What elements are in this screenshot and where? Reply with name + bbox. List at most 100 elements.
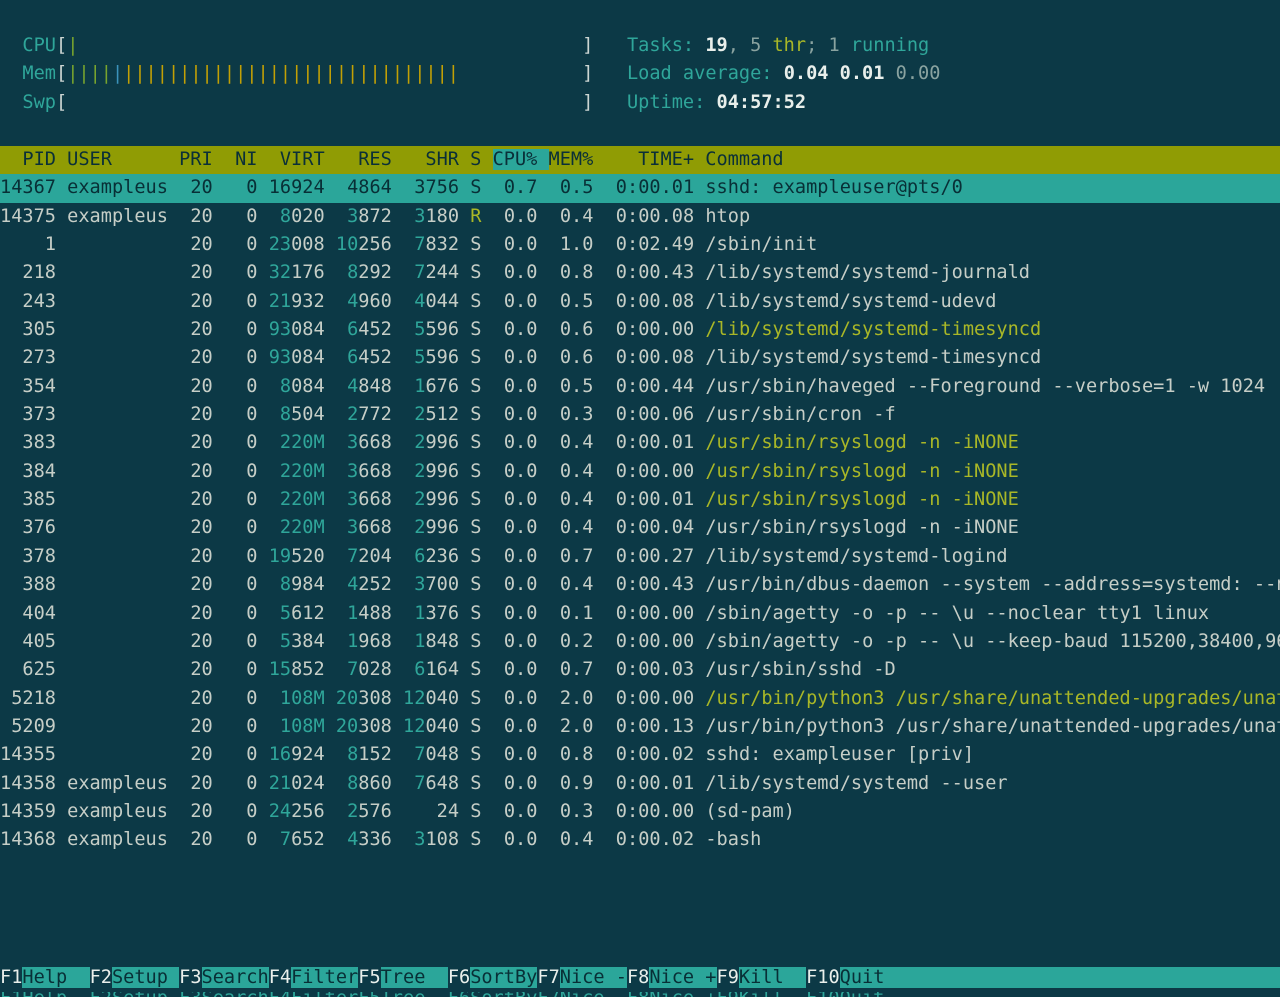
state-cell: S (470, 319, 481, 340)
virt-cell: 008 (291, 234, 325, 255)
pri-cell: 20 (179, 517, 213, 538)
process-row[interactable]: 354 20 0 8084 4848 1676 S 0.0 0.5 0:00.4… (0, 373, 1280, 401)
command-cell: sshd: exampleuser@pts/0 (705, 177, 962, 198)
cpu-meter-row: CPU[| ] Tasks: 19, 5 thr; 1 running (0, 32, 1280, 60)
process-row[interactable]: 14358 exampleus 20 0 21024 8860 7648 S 0… (0, 770, 1280, 798)
pid-cell: 5218 (0, 688, 67, 709)
shr-cell: 2 (392, 404, 426, 425)
ni-cell: 0 (213, 773, 258, 794)
process-row[interactable]: 273 20 0 93084 6452 5596 S 0.0 0.6 0:00.… (0, 344, 1280, 372)
res-cell: 4 (325, 829, 359, 850)
cpu-mem-time-cells: 0.0 0.5 0:00.44 (481, 376, 705, 397)
state-cell: S (470, 574, 481, 595)
pid-cell: 388 (0, 574, 67, 595)
virt-cell: 7 (258, 829, 292, 850)
virt-cell: 984 (291, 574, 325, 595)
pri-cell: 20 (179, 234, 213, 255)
f1-action-label: Help (22, 967, 89, 988)
process-row[interactable]: 243 20 0 21932 4960 4044 S 0.0 0.5 0:00.… (0, 288, 1280, 316)
process-row[interactable]: 373 20 0 8504 2772 2512 S 0.0 0.3 0:00.0… (0, 401, 1280, 429)
process-row[interactable]: 404 20 0 5612 1488 1376 S 0.0 0.1 0:00.0… (0, 600, 1280, 628)
shr-cell: 596 (425, 319, 459, 340)
state-cell: S (470, 489, 481, 510)
command-cell: /usr/sbin/rsyslogd -n -iNONE (705, 517, 1018, 538)
user-cell: exampleus (67, 829, 179, 850)
res-cell: 4 (325, 574, 359, 595)
process-row[interactable]: 1 20 0 23008 10256 7832 S 0.0 1.0 0:02.4… (0, 231, 1280, 259)
res-cell: 292 (358, 262, 392, 283)
cpu-mem-time-cells: 0.0 1.0 0:02.49 (481, 234, 705, 255)
state-cell: S (470, 603, 481, 624)
meter-close-bracket: ] (582, 92, 593, 113)
pri-cell: 20 (179, 177, 213, 198)
pid-cell: 384 (0, 461, 67, 482)
f9-action-label: Kill (739, 967, 806, 988)
virt-cell: 16 (258, 177, 292, 198)
gap (459, 574, 470, 595)
f8-action-label: Nice + (649, 967, 716, 988)
process-row[interactable]: 405 20 0 5384 1968 1848 S 0.0 0.2 0:00.0… (0, 628, 1280, 656)
fkey-item-f4[interactable]: F4Filter (269, 967, 359, 988)
shr-cell: 676 (425, 376, 459, 397)
virt-cell: 504 (291, 404, 325, 425)
tasks-summary: Tasks: 19, 5 thr; 1 running (627, 35, 929, 56)
res-cell: 452 (358, 347, 392, 368)
ni-cell: 0 (213, 376, 258, 397)
fkey-item-f6[interactable]: F6SortBy (448, 967, 538, 988)
process-row[interactable]: 14359 exampleus 20 0 24256 2576 24 S 0.0… (0, 798, 1280, 826)
fkey-item-f5[interactable]: F5Tree (358, 967, 448, 988)
process-row[interactable]: 14375 exampleus 20 0 8020 3872 3180 R 0.… (0, 203, 1280, 231)
process-row[interactable]: 14367 exampleus 20 0 16924 4864 3756 S 0… (0, 174, 1280, 202)
virt-cell: 932 (291, 291, 325, 312)
shr-cell: 996 (425, 461, 459, 482)
process-row[interactable]: 14368 exampleus 20 0 7652 4336 3108 S 0.… (0, 826, 1280, 854)
process-row[interactable]: 625 20 0 15852 7028 6164 S 0.0 0.7 0:00.… (0, 656, 1280, 684)
fkey-item-f3[interactable]: F3Search (179, 967, 269, 988)
virt-cell: 612 (291, 603, 325, 624)
res-cell: 152 (358, 744, 392, 765)
process-row[interactable]: 378 20 0 19520 7204 6236 S 0.0 0.7 0:00.… (0, 543, 1280, 571)
cpu-mem-time-cells: 0.0 0.3 0:00.06 (481, 404, 705, 425)
command-cell: /usr/sbin/rsyslogd -n -iNONE (705, 461, 1018, 482)
sort-column-cpu[interactable]: CPU% (493, 149, 549, 170)
ni-cell: 0 (213, 291, 258, 312)
process-table: 14367 exampleus 20 0 16924 4864 3756 S 0… (0, 174, 1280, 854)
cpu-mem-time-cells: 0.0 0.4 0:00.01 (481, 489, 705, 510)
command-cell: htop (705, 206, 750, 227)
command-cell: /sbin/agetty -o -p -- \u --noclear tty1 … (705, 603, 1209, 624)
process-row[interactable]: 385 20 0 220M 3668 2996 S 0.0 0.4 0:00.0… (0, 486, 1280, 514)
ni-cell: 0 (213, 688, 258, 709)
fkey-item-f1[interactable]: F1Help (0, 967, 90, 988)
fkey-item-f7[interactable]: F7Nice - (537, 967, 627, 988)
pid-cell: 14359 (0, 801, 67, 822)
process-row[interactable]: 384 20 0 220M 3668 2996 S 0.0 0.4 0:00.0… (0, 458, 1280, 486)
virt-cell: 256 (291, 801, 325, 822)
process-row[interactable]: 388 20 0 8984 4252 3700 S 0.0 0.4 0:00.4… (0, 571, 1280, 599)
process-row[interactable]: 218 20 0 32176 8292 7244 S 0.0 0.8 0:00.… (0, 259, 1280, 287)
tasks-summary-segment: 1 (828, 35, 839, 56)
pid-cell: 5209 (0, 716, 67, 737)
virt-cell: 5 (258, 603, 292, 624)
fkey-item-f2[interactable]: F2Setup (90, 967, 180, 988)
f1-key-label: F1 (0, 967, 22, 988)
process-row[interactable]: 305 20 0 93084 6452 5596 S 0.0 0.6 0:00.… (0, 316, 1280, 344)
process-row[interactable]: 5218 20 0 108M 20308 12040 S 0.0 2.0 0:0… (0, 685, 1280, 713)
process-table-header[interactable]: PID USER PRI NI VIRT RES SHR S CPU% MEM%… (0, 146, 1280, 174)
process-row[interactable]: 14355 20 0 16924 8152 7048 S 0.0 0.8 0:0… (0, 741, 1280, 769)
state-cell: S (470, 347, 481, 368)
fkey-item-f8[interactable]: F8Nice + (627, 967, 717, 988)
state-cell: S (470, 773, 481, 794)
uptime-segment: Uptime: (627, 92, 717, 113)
res-cell: 668 (358, 517, 392, 538)
process-row[interactable]: 383 20 0 220M 3668 2996 S 0.0 0.4 0:00.0… (0, 429, 1280, 457)
process-row[interactable]: 5209 20 0 108M 20308 12040 S 0.0 2.0 0:0… (0, 713, 1280, 741)
virt-cell: 23 (258, 234, 292, 255)
process-row[interactable]: 376 20 0 220M 3668 2996 S 0.0 0.4 0:00.0… (0, 514, 1280, 542)
shr-cell: 3 (392, 206, 426, 227)
cpu-mem-time-cells: 0.0 0.7 0:00.03 (481, 659, 705, 680)
pri-cell: 20 (179, 432, 213, 453)
fkey-item-f9[interactable]: F9Kill (717, 967, 807, 988)
user-cell (67, 461, 179, 482)
res-cell: 6 (325, 319, 359, 340)
fkey-item-f10[interactable]: F10Quit (806, 967, 907, 988)
